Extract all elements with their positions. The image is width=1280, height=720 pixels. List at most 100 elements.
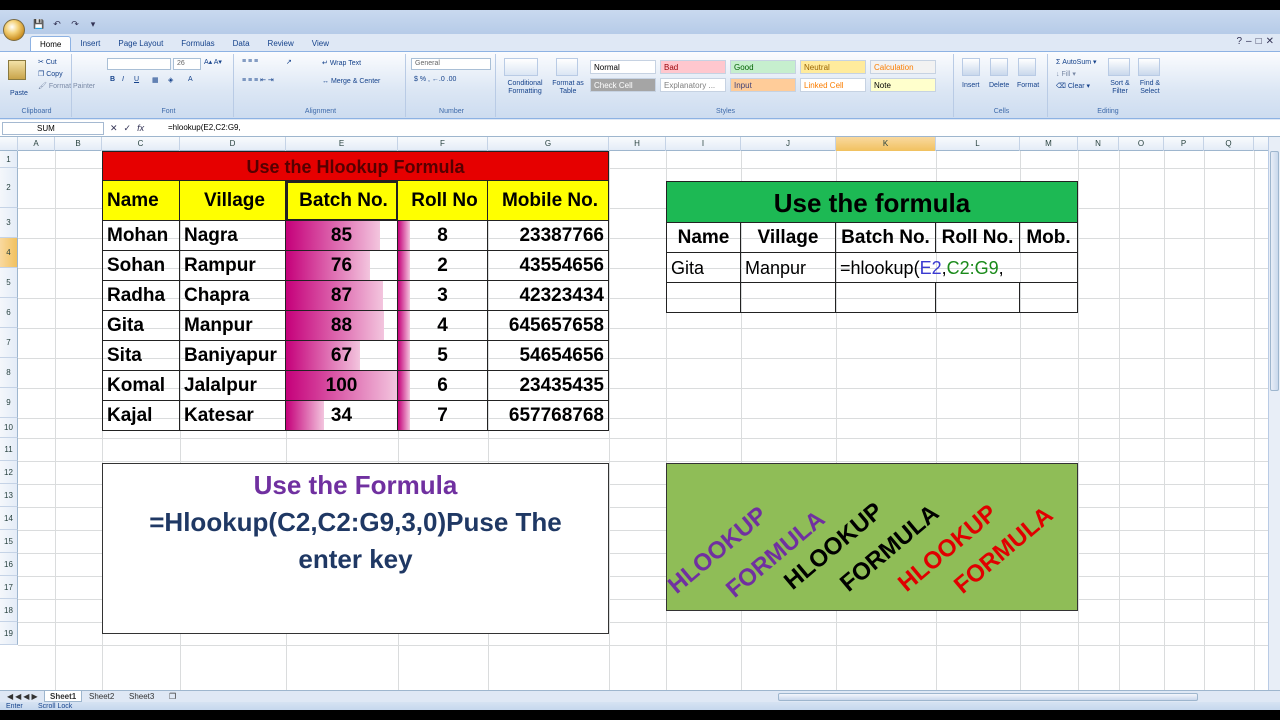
row-header-7[interactable]: 7 xyxy=(0,328,18,358)
formula-cell-0-1[interactable]: Manpur xyxy=(741,253,836,283)
student-cell-batch[interactable]: 88 xyxy=(286,311,398,341)
align-top-icon[interactable]: ≡ ≡ ≡ xyxy=(242,58,258,65)
bold-button[interactable]: B xyxy=(110,76,115,83)
sheet-tab-1[interactable]: Sheet1 xyxy=(44,691,83,702)
instruction-textbox[interactable]: Use the Formula =Hlookup(C2,C2:G9,3,0)Pu… xyxy=(102,463,609,634)
customize-icon[interactable]: ▾ xyxy=(86,18,100,30)
currency-icon[interactable]: $ % , ←.0 .00 xyxy=(414,76,456,83)
column-header-i[interactable]: I xyxy=(666,137,741,151)
find-select-icon[interactable] xyxy=(1138,58,1160,76)
student-cell-name[interactable]: Sohan xyxy=(102,251,180,281)
formula-header-4[interactable]: Mob. xyxy=(1020,223,1078,253)
insert-sheet-icon[interactable]: ❐ xyxy=(164,691,181,702)
formula-header-2[interactable]: Batch No. xyxy=(836,223,936,253)
formula-cell-1-3[interactable] xyxy=(936,283,1020,313)
tab-data[interactable]: Data xyxy=(224,36,259,52)
cancel-icon[interactable]: ✕ xyxy=(110,122,118,135)
student-cell-mobile[interactable]: 23435435 xyxy=(488,371,609,401)
formula-cell-1-1[interactable] xyxy=(741,283,836,313)
student-cell-village[interactable]: Katesar xyxy=(180,401,286,431)
sheet-tab-2[interactable]: Sheet2 xyxy=(84,691,119,702)
tab-page-layout[interactable]: Page Layout xyxy=(109,36,172,52)
name-box[interactable]: SUM xyxy=(2,122,104,135)
conditional-format-icon[interactable] xyxy=(504,58,538,76)
tab-review[interactable]: Review xyxy=(259,36,303,52)
tab-insert[interactable]: Insert xyxy=(71,36,109,52)
formula-input[interactable]: =hlookup(E2,C2:G9, xyxy=(168,122,241,135)
row-header-6[interactable]: 6 xyxy=(0,298,18,328)
column-header-n[interactable]: N xyxy=(1078,137,1119,151)
vertical-scrollbar[interactable] xyxy=(1268,137,1280,690)
cell-style-check-cell[interactable]: Check Cell xyxy=(590,78,656,92)
cell-style-calculation[interactable]: Calculation xyxy=(870,60,936,74)
insert-function-icon[interactable]: fx xyxy=(137,122,144,135)
column-header-l[interactable]: L xyxy=(936,137,1020,151)
formula-header-1[interactable]: Village xyxy=(741,223,836,253)
student-cell-batch[interactable]: 34 xyxy=(286,401,398,431)
student-cell-village[interactable]: Nagra xyxy=(180,221,286,251)
cell-style-explanatory-[interactable]: Explanatory ... xyxy=(660,78,726,92)
undo-icon[interactable]: ↶ xyxy=(50,18,64,30)
tab-view[interactable]: View xyxy=(303,36,338,52)
copy-button[interactable]: ❐ Copy xyxy=(38,70,63,78)
column-header-o[interactable]: O xyxy=(1119,137,1164,151)
formula-header-0[interactable]: Name xyxy=(666,223,741,253)
border-icon[interactable]: ▦ xyxy=(152,76,159,84)
formula-header-3[interactable]: Roll No. xyxy=(936,223,1020,253)
cell-style-good[interactable]: Good xyxy=(730,60,796,74)
grow-font-icon[interactable]: A▴ A▾ xyxy=(204,58,222,66)
wordart-box[interactable]: HLOOKUP FORMULA HLOOKUP FORMULA HLOOKUP FORMU… xyxy=(666,463,1078,611)
row-header-12[interactable]: 12 xyxy=(0,461,18,484)
student-cell-village[interactable]: Manpur xyxy=(180,311,286,341)
student-cell-mobile[interactable]: 645657658 xyxy=(488,311,609,341)
student-cell-name[interactable]: Sita xyxy=(102,341,180,371)
delete-icon[interactable] xyxy=(990,58,1008,76)
font-name-field[interactable] xyxy=(107,58,171,70)
student-cell-name[interactable]: Gita xyxy=(102,311,180,341)
row-header-18[interactable]: 18 xyxy=(0,599,18,622)
column-header-h[interactable]: H xyxy=(609,137,666,151)
column-header-k[interactable]: K xyxy=(836,137,936,151)
cell-style-normal[interactable]: Normal xyxy=(590,60,656,74)
formula-cell-1-4[interactable] xyxy=(1020,283,1078,313)
formula-cell-0-0[interactable]: Gita xyxy=(666,253,741,283)
row-header-11[interactable]: 11 xyxy=(0,438,18,461)
cell-style-note[interactable]: Note xyxy=(870,78,936,92)
worksheet-grid[interactable]: ABCDEFGHIJKLMNOPQ 1 2 3 4 5 6 7 8 9 10 11 12 13 14 15 1… xyxy=(0,137,1268,690)
paste-button[interactable]: Paste xyxy=(10,90,28,97)
scroll-thumb[interactable] xyxy=(1270,151,1279,391)
tab-formulas[interactable]: Formulas xyxy=(172,36,223,52)
enter-icon[interactable]: ✓ xyxy=(124,122,132,135)
cell-style-bad[interactable]: Bad xyxy=(660,60,726,74)
format-painter-button[interactable]: 🖌 Format Painter xyxy=(38,82,95,90)
cell-style-input[interactable]: Input xyxy=(730,78,796,92)
minimize-icon[interactable]: – xyxy=(1246,36,1252,47)
row-header-13[interactable]: 13 xyxy=(0,484,18,507)
conditional-formatting-button[interactable]: Conditional Formatting xyxy=(500,80,550,96)
delete-button[interactable]: Delete xyxy=(989,82,1009,89)
student-cell-village[interactable]: Baniyapur xyxy=(180,341,286,371)
close-icon[interactable]: ✕ xyxy=(1266,36,1274,47)
formula-cell-0-4[interactable] xyxy=(1020,253,1078,283)
font-color-icon[interactable]: A xyxy=(188,76,193,83)
column-header-a[interactable]: A xyxy=(18,137,55,151)
align-left-icon[interactable]: ≡ ≡ ≡ ⇤ ⇥ xyxy=(242,76,274,84)
format-as-table-button[interactable]: Format as Table xyxy=(550,80,586,96)
formula-cell-1-2[interactable] xyxy=(836,283,936,313)
student-cell-mobile[interactable]: 42323434 xyxy=(488,281,609,311)
save-icon[interactable]: 💾 xyxy=(32,18,46,30)
column-header-f[interactable]: F xyxy=(398,137,488,151)
student-cell-roll[interactable]: 8 xyxy=(398,221,488,251)
student-cell-village[interactable]: Rampur xyxy=(180,251,286,281)
column-header-b[interactable]: B xyxy=(55,137,102,151)
column-header-m[interactable]: M xyxy=(1020,137,1078,151)
office-button[interactable] xyxy=(3,19,25,41)
row-header-14[interactable]: 14 xyxy=(0,507,18,530)
insert-icon[interactable] xyxy=(962,58,980,76)
student-header-2[interactable]: Batch No. xyxy=(286,181,398,221)
insert-button[interactable]: Insert xyxy=(962,82,980,89)
row-header-5[interactable]: 5 xyxy=(0,268,18,298)
column-header-d[interactable]: D xyxy=(180,137,286,151)
underline-button[interactable]: U xyxy=(134,76,139,83)
student-cell-batch[interactable]: 67 xyxy=(286,341,398,371)
